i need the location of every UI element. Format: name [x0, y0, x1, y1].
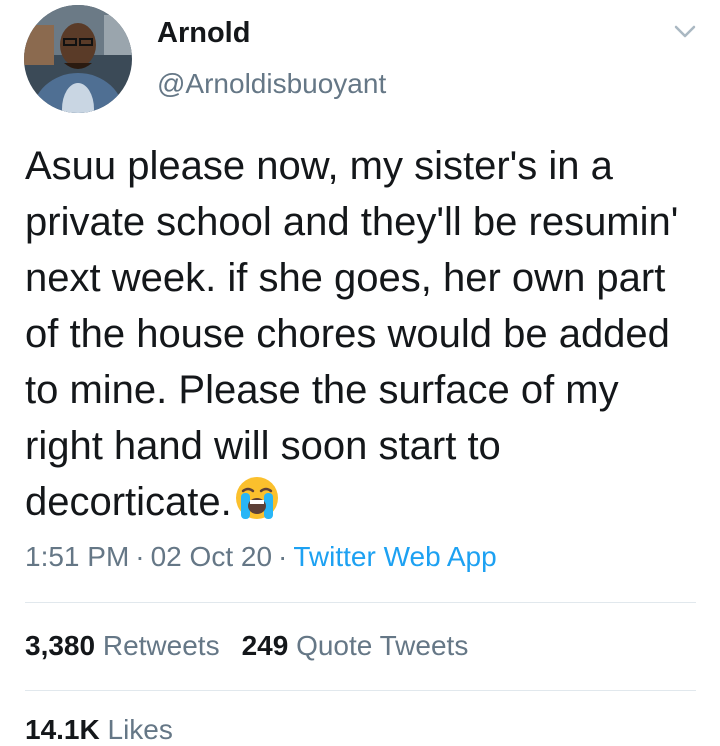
tweet-time[interactable]: 1:51 PM: [25, 541, 129, 572]
retweets-stat[interactable]: 3,380 Retweets: [25, 630, 220, 661]
likes-count: 14.1K: [25, 714, 100, 745]
tweet-meta: 1:51 PM · 02 Oct 20 · Twitter Web App: [25, 541, 497, 573]
tweet-text: Asuu please now, my sister's in a privat…: [25, 138, 695, 530]
tweet-date[interactable]: 02 Oct 20: [151, 541, 272, 572]
avatar[interactable]: [24, 5, 132, 113]
tweet-source-link[interactable]: Twitter Web App: [293, 541, 496, 572]
author-handle[interactable]: @Arnoldisbuoyant: [157, 68, 386, 100]
quote-tweets-label: Quote Tweets: [296, 630, 469, 661]
meta-separator: ·: [135, 541, 145, 572]
retweets-label: Retweets: [102, 630, 220, 661]
retweets-count: 3,380: [25, 630, 96, 661]
tweet-text-content: Asuu please now, my sister's in a privat…: [25, 144, 679, 524]
author-name[interactable]: Arnold: [157, 17, 250, 50]
quote-tweets-count: 249: [241, 630, 289, 661]
tweet-stats: 3,380 Retweets 249 Quote Tweets: [25, 630, 490, 662]
chevron-down-icon[interactable]: [674, 24, 696, 40]
loudly-crying-face-icon: [235, 477, 278, 519]
meta-separator: ·: [278, 541, 288, 572]
avatar-image: [24, 5, 132, 113]
divider: [25, 602, 696, 603]
likes-stat[interactable]: 14.1K Likes: [25, 714, 173, 746]
likes-label: Likes: [107, 714, 173, 745]
quote-tweets-stat[interactable]: 249 Quote Tweets: [242, 630, 469, 661]
divider: [25, 690, 696, 691]
